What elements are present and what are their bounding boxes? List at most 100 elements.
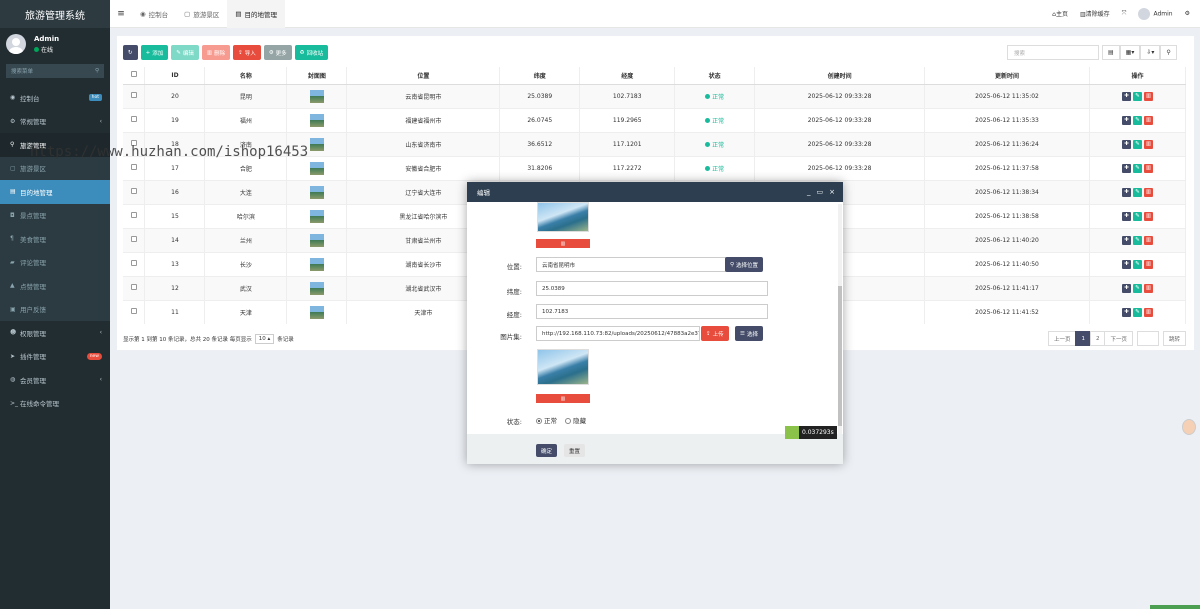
table-row[interactable]: 20 昆明 云南省昆明市 25.0389 102.7183 正常 2025-06-12 09…	[123, 83, 1187, 108]
row-checkbox[interactable]	[123, 227, 146, 252]
delete-row-icon[interactable]: ▥	[1143, 187, 1153, 197]
maximize-icon[interactable]: ▭	[817, 188, 824, 196]
prev-page-button[interactable]: 上一页	[1047, 331, 1077, 346]
column-header[interactable]: 纬度	[499, 67, 581, 85]
table-search-input[interactable]: 搜索	[1007, 45, 1099, 60]
status-hidden-radio[interactable]: 隐藏	[565, 417, 586, 425]
export-icon[interactable]: ⇩▾	[1140, 45, 1161, 60]
cover-thumbnail[interactable]	[309, 113, 324, 127]
column-header[interactable]: 名称	[204, 67, 288, 85]
cover-thumbnail[interactable]	[309, 185, 324, 199]
column-header[interactable]: 封面图	[286, 67, 348, 85]
drag-sort-icon[interactable]: ✚	[1121, 139, 1131, 149]
sidebar-item-likes[interactable]: ▲ 点赞管理	[0, 274, 110, 298]
cover-thumbnail[interactable]	[309, 305, 324, 319]
delete-row-icon[interactable]: ▥	[1143, 91, 1153, 101]
user-menu[interactable]: Admin	[1138, 7, 1173, 20]
search-icon[interactable]: ⚲	[1160, 45, 1177, 60]
cover-thumbnail[interactable]	[309, 137, 324, 151]
delete-cover-button[interactable]: ▥	[536, 239, 590, 248]
cover-thumbnail[interactable]	[309, 257, 324, 271]
sidebar-item-terminal[interactable]: >_ 在线命令管理	[0, 392, 110, 416]
gallery-input[interactable]: http://192.168.110.73:82/uploads/2025061…	[536, 326, 700, 341]
drag-sort-icon[interactable]: ✚	[1121, 115, 1131, 125]
search-icon[interactable]: ⚲	[95, 68, 99, 74]
drag-sort-icon[interactable]: ✚	[1121, 307, 1131, 317]
columns-icon[interactable]: ▦▾	[1119, 45, 1141, 60]
drag-sort-icon[interactable]: ✚	[1121, 187, 1131, 197]
select-all-checkbox[interactable]	[123, 67, 146, 85]
delete-row-icon[interactable]: ▥	[1143, 211, 1153, 221]
row-checkbox[interactable]	[123, 83, 146, 108]
row-checkbox[interactable]	[123, 251, 146, 276]
row-checkbox[interactable]	[123, 275, 146, 300]
sidebar-item-destination[interactable]: ▤ 目的地管理	[0, 180, 110, 204]
row-checkbox[interactable]	[123, 179, 146, 204]
drag-sort-icon[interactable]: ✚	[1121, 211, 1131, 221]
support-avatar[interactable]	[1182, 419, 1196, 435]
edit-row-icon[interactable]: ✎	[1132, 307, 1142, 317]
table-row[interactable]: 19 福州 福建省福州市 26.0745 119.2965 正常 2025-06-12 09…	[123, 107, 1187, 132]
sidebar-item-comments[interactable]: ▰ 评论管理	[0, 250, 110, 274]
longitude-input[interactable]: 102.7183	[536, 304, 768, 319]
cover-thumbnail[interactable]	[309, 89, 324, 103]
drag-sort-icon[interactable]: ✚	[1121, 91, 1131, 101]
recycle-button[interactable]: ♻ 回收站	[294, 45, 329, 60]
choose-location-button[interactable]: ⚲ 选择位置	[725, 257, 764, 272]
jump-page-input[interactable]	[1136, 331, 1159, 346]
reset-button[interactable]: 重置	[564, 444, 586, 457]
delete-row-icon[interactable]: ▥	[1143, 139, 1153, 149]
edit-row-icon[interactable]: ✎	[1132, 283, 1142, 293]
edit-row-icon[interactable]: ✎	[1132, 91, 1142, 101]
toggle-view-icon[interactable]: ▤	[1102, 45, 1120, 60]
tab-destination[interactable]: ▤ 目的地管理	[227, 0, 285, 28]
edit-row-icon[interactable]: ✎	[1132, 139, 1142, 149]
sidebar-item-dashboard[interactable]: ◉ 控制台 hot	[0, 86, 110, 110]
modal-scrollbar[interactable]	[838, 204, 842, 434]
sidebar-item-spots[interactable]: ◘ 景点管理	[0, 203, 110, 227]
home-link[interactable]: ⌂主页	[1052, 9, 1068, 18]
edit-row-icon[interactable]: ✎	[1132, 259, 1142, 269]
more-button[interactable]: ⚙ 更多	[263, 45, 292, 60]
refresh-button[interactable]: ↻	[123, 45, 138, 60]
delete-row-icon[interactable]: ▥	[1143, 259, 1153, 269]
clear-cache-button[interactable]: ▥清除缓存	[1080, 9, 1110, 18]
row-checkbox[interactable]	[123, 107, 146, 132]
close-icon[interactable]: ×	[829, 188, 835, 196]
settings-icon[interactable]: ⚙	[1185, 10, 1190, 17]
delete-gallery-image-button[interactable]: ▥	[536, 394, 590, 403]
upload-button[interactable]: ⇪ 上传	[701, 326, 729, 341]
column-header[interactable]: 经度	[579, 67, 676, 85]
jump-button[interactable]: 跳转	[1162, 331, 1186, 346]
drag-sort-icon[interactable]: ✚	[1121, 235, 1131, 245]
app-logo[interactable]: 旅游管理系统	[0, 0, 110, 28]
page-1-button[interactable]: 1	[1075, 331, 1091, 346]
location-input[interactable]: 云南省昆明市	[536, 257, 726, 272]
edit-row-icon[interactable]: ✎	[1132, 235, 1142, 245]
sidebar-item-feedback[interactable]: ▣ 用户反馈	[0, 297, 110, 321]
next-page-button[interactable]: 下一页	[1104, 331, 1133, 346]
row-checkbox[interactable]	[123, 299, 146, 324]
debug-timer[interactable]: 0.037293s	[785, 426, 837, 439]
menu-search-input[interactable]: 搜索菜单 ⚲	[6, 64, 104, 78]
cover-thumbnail[interactable]	[309, 209, 324, 223]
tab-dashboard[interactable]: ◉ 控制台	[132, 0, 176, 28]
sidebar-item-members[interactable]: ◍ 会员管理 ‹	[0, 368, 110, 392]
page-2-button[interactable]: 2	[1089, 331, 1106, 346]
sidebar-item-permissions[interactable]: ☻ 权限管理 ‹	[0, 321, 110, 345]
row-checkbox[interactable]	[123, 203, 146, 228]
minimize-icon[interactable]: _	[807, 188, 811, 196]
edit-row-icon[interactable]: ✎	[1132, 163, 1142, 173]
edit-row-icon[interactable]: ✎	[1132, 115, 1142, 125]
drag-sort-icon[interactable]: ✚	[1121, 259, 1131, 269]
menu-toggle-icon[interactable]: ≡	[110, 9, 132, 19]
delete-row-icon[interactable]: ▥	[1143, 283, 1153, 293]
edit-row-icon[interactable]: ✎	[1132, 211, 1142, 221]
confirm-button[interactable]: 确定	[536, 444, 558, 457]
column-header[interactable]: 位置	[346, 67, 501, 85]
delete-button[interactable]: ▥ 删除	[201, 45, 231, 60]
cover-thumbnail[interactable]	[309, 161, 324, 175]
delete-row-icon[interactable]: ▥	[1143, 235, 1153, 245]
column-header[interactable]: 创建时间	[754, 67, 926, 85]
cover-thumbnail[interactable]	[309, 233, 324, 247]
